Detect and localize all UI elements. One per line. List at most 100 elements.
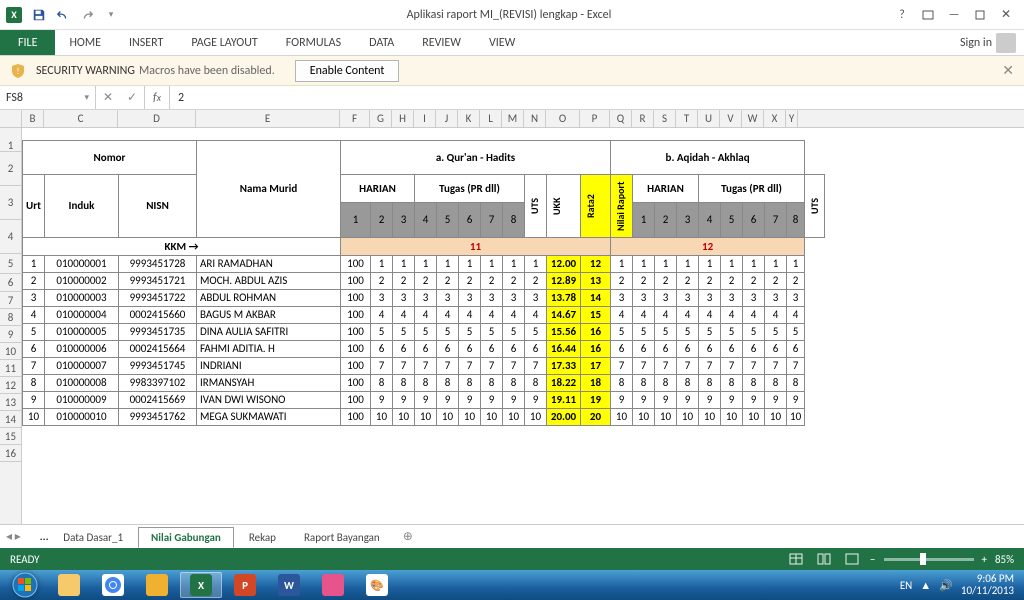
language-indicator[interactable]: EN	[900, 579, 912, 592]
col-header-E[interactable]: E	[196, 110, 340, 127]
signin-button[interactable]: Sign in	[960, 30, 1024, 55]
row-header-9[interactable]: 9	[0, 326, 21, 343]
tab-review[interactable]: REVIEW	[408, 30, 475, 55]
sheets-overflow-icon[interactable]: …	[40, 530, 48, 544]
row-header-13[interactable]: 13	[0, 394, 21, 411]
tray-clock[interactable]: 9:06 PM 10/11/2013	[961, 573, 1014, 597]
zoom-level[interactable]: 85%	[995, 553, 1014, 566]
col-header-V[interactable]: V	[720, 110, 742, 127]
table-row[interactable]: 60100000060002415664FAHMI ADITIA. H10066…	[23, 340, 825, 357]
zoom-in-icon[interactable]: +	[982, 553, 987, 566]
table-row[interactable]: 100100000109993451762MEGA SUKMAWATI10010…	[23, 408, 825, 425]
table-row[interactable]: 70100000079993451745INDRIANI100777777771…	[23, 357, 825, 374]
tray-network-icon[interactable]: 🔊	[939, 579, 953, 592]
row-header-3[interactable]: 3	[0, 186, 21, 220]
row-header-1[interactable]: 1	[0, 140, 21, 152]
row-header-11[interactable]: 11	[0, 360, 21, 377]
row-header-15[interactable]: 15	[0, 428, 21, 445]
row-header-10[interactable]: 10	[0, 343, 21, 360]
name-box[interactable]: FS8 ▾	[0, 86, 96, 109]
col-header-Y[interactable]: Y	[786, 110, 798, 127]
table-row[interactable]: 50100000059993451735DINA AULIA SAFITRI10…	[23, 323, 825, 340]
col-header-C[interactable]: C	[44, 110, 118, 127]
sheet-tab-data-dasar_1[interactable]: Data Dasar_1	[50, 527, 136, 547]
formula-input[interactable]: 2	[170, 86, 1024, 109]
close-icon[interactable]: ✕	[994, 4, 1018, 26]
row-header-4[interactable]: 4	[0, 220, 21, 254]
tab-insert[interactable]: INSERT	[115, 30, 177, 55]
security-close-icon[interactable]: ✕	[1002, 62, 1014, 79]
undo-icon[interactable]	[52, 4, 74, 26]
taskbar-paint[interactable]: 🎨	[356, 572, 398, 598]
help-icon[interactable]: ?	[890, 4, 914, 26]
tab-data[interactable]: DATA	[355, 30, 408, 55]
ribbon-display-icon[interactable]	[916, 4, 940, 26]
row-header-7[interactable]: 7	[0, 292, 21, 309]
sheet-tab-nilai-gabungan[interactable]: Nilai Gabungan	[138, 527, 234, 548]
col-header-W[interactable]: W	[742, 110, 764, 127]
table-row[interactable]: 20100000029993451721MOCH. ABDUL AZIS1002…	[23, 272, 825, 289]
taskbar-chrome[interactable]	[92, 572, 134, 598]
col-header-U[interactable]: U	[698, 110, 720, 127]
col-header-S[interactable]: S	[654, 110, 676, 127]
row-header-2[interactable]: 2	[0, 152, 21, 186]
col-header-T[interactable]: T	[676, 110, 698, 127]
col-header-O[interactable]: O	[546, 110, 580, 127]
tab-file[interactable]: FILE	[0, 30, 55, 55]
row-header-8[interactable]: 8	[0, 309, 21, 326]
sheet-tab-raport-bayangan[interactable]: Raport Bayangan	[291, 527, 393, 547]
col-header-B[interactable]: B	[22, 110, 44, 127]
taskbar-word[interactable]: W	[268, 572, 310, 598]
col-header-K[interactable]: K	[458, 110, 480, 127]
table-row[interactable]: 10100000019993451728ARI RAMADHAN10011111…	[23, 255, 825, 272]
tray-flag-icon[interactable]: ▲	[920, 579, 931, 592]
row-header-6[interactable]: 6	[0, 274, 21, 292]
minimize-icon[interactable]: —	[942, 4, 966, 26]
col-header-D[interactable]: D	[118, 110, 196, 127]
row-header-12[interactable]: 12	[0, 377, 21, 394]
table-row[interactable]: 80100000089983397102IRMANSYAH10088888888…	[23, 374, 825, 391]
taskbar-excel[interactable]: X	[180, 572, 222, 598]
add-sheet-button[interactable]: ⊕	[395, 526, 421, 547]
col-header-Q[interactable]: Q	[610, 110, 632, 127]
col-header-L[interactable]: L	[480, 110, 502, 127]
start-button[interactable]	[4, 571, 46, 599]
page-layout-view-icon[interactable]	[814, 551, 834, 567]
save-icon[interactable]	[28, 4, 50, 26]
spreadsheet-grid[interactable]: BCDEFGHIJKLMNOPQRSTUVWXY 123456789101112…	[0, 110, 1024, 524]
taskbar-app2[interactable]	[312, 572, 354, 598]
row-header-16[interactable]: 16	[0, 445, 21, 462]
fx-icon[interactable]: fx	[145, 86, 170, 109]
qat-dropdown-icon[interactable]: ▾	[100, 4, 122, 26]
tab-view[interactable]: VIEW	[475, 30, 529, 55]
chevron-down-icon[interactable]: ▾	[84, 92, 89, 103]
row-header-14[interactable]: 14	[0, 411, 21, 428]
enter-formula-icon[interactable]: ✓	[120, 90, 144, 105]
col-header-P[interactable]: P	[580, 110, 610, 127]
enable-content-button[interactable]: Enable Content	[295, 60, 400, 82]
col-header-M[interactable]: M	[502, 110, 524, 127]
normal-view-icon[interactable]	[786, 551, 806, 567]
col-header-R[interactable]: R	[632, 110, 654, 127]
col-header-J[interactable]: J	[436, 110, 458, 127]
page-break-view-icon[interactable]	[842, 551, 862, 567]
taskbar-powerpoint[interactable]: P	[224, 572, 266, 598]
table-row[interactable]: 30100000039993451722ABDUL ROHMAN10033333…	[23, 289, 825, 306]
sheet-nav-icons[interactable]: ◂ ▸	[6, 529, 21, 544]
zoom-out-icon[interactable]: −	[870, 553, 875, 566]
col-header-I[interactable]: I	[414, 110, 436, 127]
select-all-corner[interactable]	[0, 110, 22, 127]
col-header-F[interactable]: F	[340, 110, 370, 127]
row-header-5[interactable]: 5	[0, 254, 21, 274]
table-row[interactable]: 90100000090002415669IVAN DWI WISONO10099…	[23, 391, 825, 408]
col-header-H[interactable]: H	[392, 110, 414, 127]
cancel-formula-icon[interactable]: ✕	[96, 90, 120, 105]
col-header-X[interactable]: X	[764, 110, 786, 127]
redo-icon[interactable]	[76, 4, 98, 26]
sheet-tab-rekap[interactable]: Rekap	[236, 527, 289, 547]
tab-page-layout[interactable]: PAGE LAYOUT	[177, 30, 271, 55]
taskbar-app1[interactable]	[136, 572, 178, 598]
taskbar-explorer[interactable]	[48, 572, 90, 598]
zoom-slider[interactable]	[884, 558, 974, 561]
table-row[interactable]: 40100000040002415660BAGUS M AKBAR1004444…	[23, 306, 825, 323]
